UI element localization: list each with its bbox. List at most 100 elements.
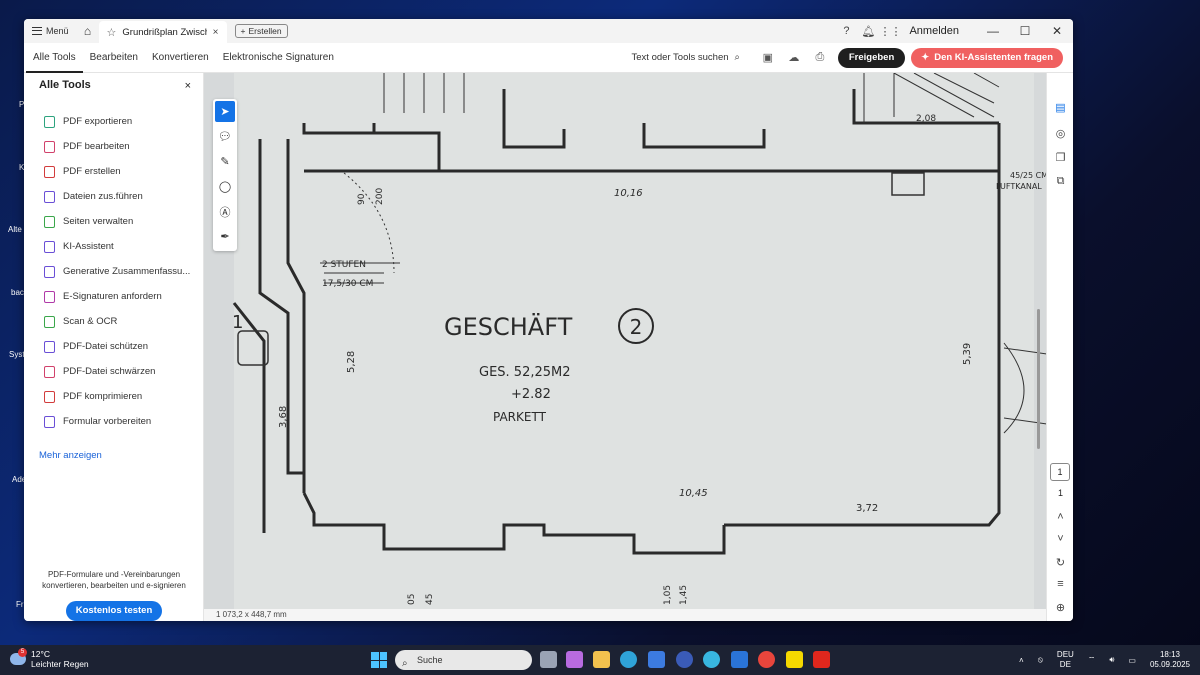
tool-label: PDF exportieren <box>63 116 133 127</box>
plan-text-dim-top: 10,16 <box>614 188 643 199</box>
tool-item[interactable]: E-Signaturen anfordern <box>44 284 190 309</box>
task-view-icon[interactable] <box>540 651 557 668</box>
tool-item[interactable]: Seiten verwalten <box>44 209 190 234</box>
start-button[interactable] <box>371 652 387 668</box>
title-bar-right: ? 🔔︎ ⋮⋮ Anmelden — ☐ ✕ <box>835 19 1073 43</box>
document-tab[interactable]: ☆ Grundrißplan Zwisch... × <box>98 21 227 43</box>
tool-item[interactable]: Formular vorbereiten <box>44 409 190 434</box>
all-tools-panel: Alle Tools × PDF exportieren PDF bearbeit… <box>24 73 204 621</box>
edge-icon[interactable] <box>620 651 637 668</box>
page-up-icon[interactable]: ˄ <box>1047 511 1073 523</box>
home-button[interactable]: ⌂ <box>77 21 99 41</box>
create-button[interactable]: + Erstellen <box>234 24 288 38</box>
clock[interactable]: 18:13 05.09.2025 <box>1150 650 1190 670</box>
chrome-icon[interactable] <box>758 651 775 668</box>
free-trial-button[interactable]: Kostenlos testen <box>66 601 162 621</box>
tool-label: Seiten verwalten <box>63 216 134 227</box>
store-icon[interactable] <box>648 651 665 668</box>
bell-icon[interactable]: 🔔︎ <box>857 25 879 38</box>
rotate-icon[interactable]: ↻ <box>1047 556 1073 569</box>
settings-icon[interactable] <box>703 651 720 668</box>
pages-icon[interactable]: ⧉ <box>1047 175 1073 188</box>
plan-text-stairs-label: 2 STUFEN <box>322 260 366 270</box>
chevron-up-icon[interactable]: ˄ <box>1019 656 1024 665</box>
vertical-scrollbar[interactable] <box>1037 309 1040 449</box>
search-icon: ⌕ <box>402 658 408 669</box>
comment-panel-icon[interactable]: ◎ <box>1047 127 1073 140</box>
hp-icon[interactable] <box>676 651 693 668</box>
show-more-link[interactable]: Mehr anzeigen <box>39 450 102 461</box>
weather-widget[interactable]: 5 12°C Leichter Regen <box>10 648 89 669</box>
menu-button[interactable]: Menü <box>24 19 77 43</box>
page-down-icon[interactable]: ˅ <box>1047 533 1073 545</box>
plan-text-dim-bottom-4: 1,45 <box>679 585 689 605</box>
tool-icon <box>44 390 55 403</box>
help-icon[interactable]: ? <box>835 25 857 37</box>
tool-item[interactable]: PDF bearbeiten <box>44 134 190 159</box>
tool-search-label: Text oder Tools suchen <box>631 52 729 63</box>
tool-item[interactable]: PDF-Datei schwärzen <box>44 359 190 384</box>
print-icon[interactable]: ⎙ <box>810 51 830 64</box>
system-tray: ˄ ⦸ DEU DE ⌔ 🔊︎ ▭ 18:13 05.09.2025 <box>1019 645 1190 675</box>
tool-item[interactable]: Scan & OCR <box>44 309 190 334</box>
tab-e-signatures[interactable]: Elektronische Signaturen <box>216 43 341 73</box>
outlook-icon[interactable] <box>731 651 748 668</box>
tool-label: KI-Assistent <box>63 241 114 252</box>
tool-item[interactable]: Generative Zusammenfassu... <box>44 259 190 284</box>
ai-assistant-button[interactable]: ✦ Den KI-Assistenten fragen <box>911 47 1063 68</box>
apps-grid-icon[interactable]: ⋮⋮ <box>879 25 901 38</box>
pen-tool-icon[interactable]: ✎ <box>213 149 237 174</box>
tool-item[interactable]: PDF erstellen <box>44 159 190 184</box>
tool-item[interactable]: KI-Assistent <box>44 234 190 259</box>
taskbar-search[interactable]: ⌕ Suche <box>395 650 532 670</box>
tool-item[interactable]: PDF-Datei schützen <box>44 334 190 359</box>
select-tool-icon[interactable]: ➤ <box>215 101 235 122</box>
tab-convert[interactable]: Konvertieren <box>145 43 216 73</box>
text-select-tool-icon[interactable]: Ⓐ <box>213 199 237 224</box>
tool-icon <box>44 215 55 228</box>
search-icon: ⌕ <box>734 52 740 63</box>
save-icon[interactable]: ▣ <box>758 51 778 64</box>
maximize-button[interactable]: ☐ <box>1009 24 1041 38</box>
tool-search[interactable]: Text oder Tools suchen ⌕ <box>632 52 740 63</box>
tool-item[interactable]: PDF komprimieren <box>44 384 190 409</box>
raiffeisen-icon[interactable] <box>786 651 803 668</box>
plan-text-dim-bottom: 10,45 <box>679 488 708 499</box>
document-viewer[interactable]: GESCHÄFT 2 GES. 52,25M2 +2.82 PARKETT 2 … <box>204 73 1054 609</box>
zoom-in-icon[interactable]: ⊕ <box>1047 601 1073 614</box>
language-indicator[interactable]: DEU DE <box>1057 650 1074 670</box>
tab-close-button[interactable]: × <box>213 27 219 38</box>
status-bar: 1 073,2 x 448,7 mm <box>204 609 1054 621</box>
comment-tool-icon[interactable]: 💬︎ <box>213 124 237 149</box>
acrobat-icon[interactable] <box>813 651 830 668</box>
speaker-icon[interactable]: 🔊︎ <box>1109 655 1114 665</box>
signin-button[interactable]: Anmelden <box>909 25 959 37</box>
share-button[interactable]: Freigeben <box>837 47 906 68</box>
ai-summary-icon[interactable]: ▤ <box>1047 101 1073 114</box>
panel-close-button[interactable]: × <box>185 80 191 92</box>
close-window-button[interactable]: ✕ <box>1041 24 1073 38</box>
file-explorer-icon[interactable] <box>593 651 610 668</box>
page-total: 1 <box>1057 488 1063 498</box>
bookmark-icon[interactable]: ❐ <box>1047 151 1073 164</box>
tool-icon <box>44 165 55 178</box>
tool-item[interactable]: Dateien zus.führen <box>44 184 190 209</box>
page-number-input[interactable]: 1 <box>1050 463 1070 481</box>
tab-all-tools[interactable]: Alle Tools <box>26 43 83 73</box>
tool-icon <box>44 340 55 353</box>
scroll-mode-icon[interactable]: ≡ <box>1047 578 1073 590</box>
sign-tool-icon[interactable]: ✒ <box>213 224 237 249</box>
plan-text-dim-small: 3,72 <box>856 503 878 514</box>
wifi-icon[interactable]: ⌔ <box>1088 655 1096 665</box>
notification-off-icon[interactable]: ⦸ <box>1038 655 1043 665</box>
date: 05.09.2025 <box>1149 660 1190 669</box>
plan-text-room-number: 2 <box>630 315 643 339</box>
tab-edit[interactable]: Bearbeiten <box>83 43 145 73</box>
copilot-icon[interactable] <box>566 651 583 668</box>
upload-cloud-icon[interactable]: ☁ <box>784 51 804 64</box>
tool-item[interactable]: PDF exportieren <box>44 109 190 134</box>
star-icon[interactable]: ☆ <box>107 26 117 39</box>
minimize-button[interactable]: — <box>977 24 1009 38</box>
battery-icon[interactable]: ▭ <box>1128 656 1136 665</box>
lasso-tool-icon[interactable]: ◯ <box>213 174 237 199</box>
